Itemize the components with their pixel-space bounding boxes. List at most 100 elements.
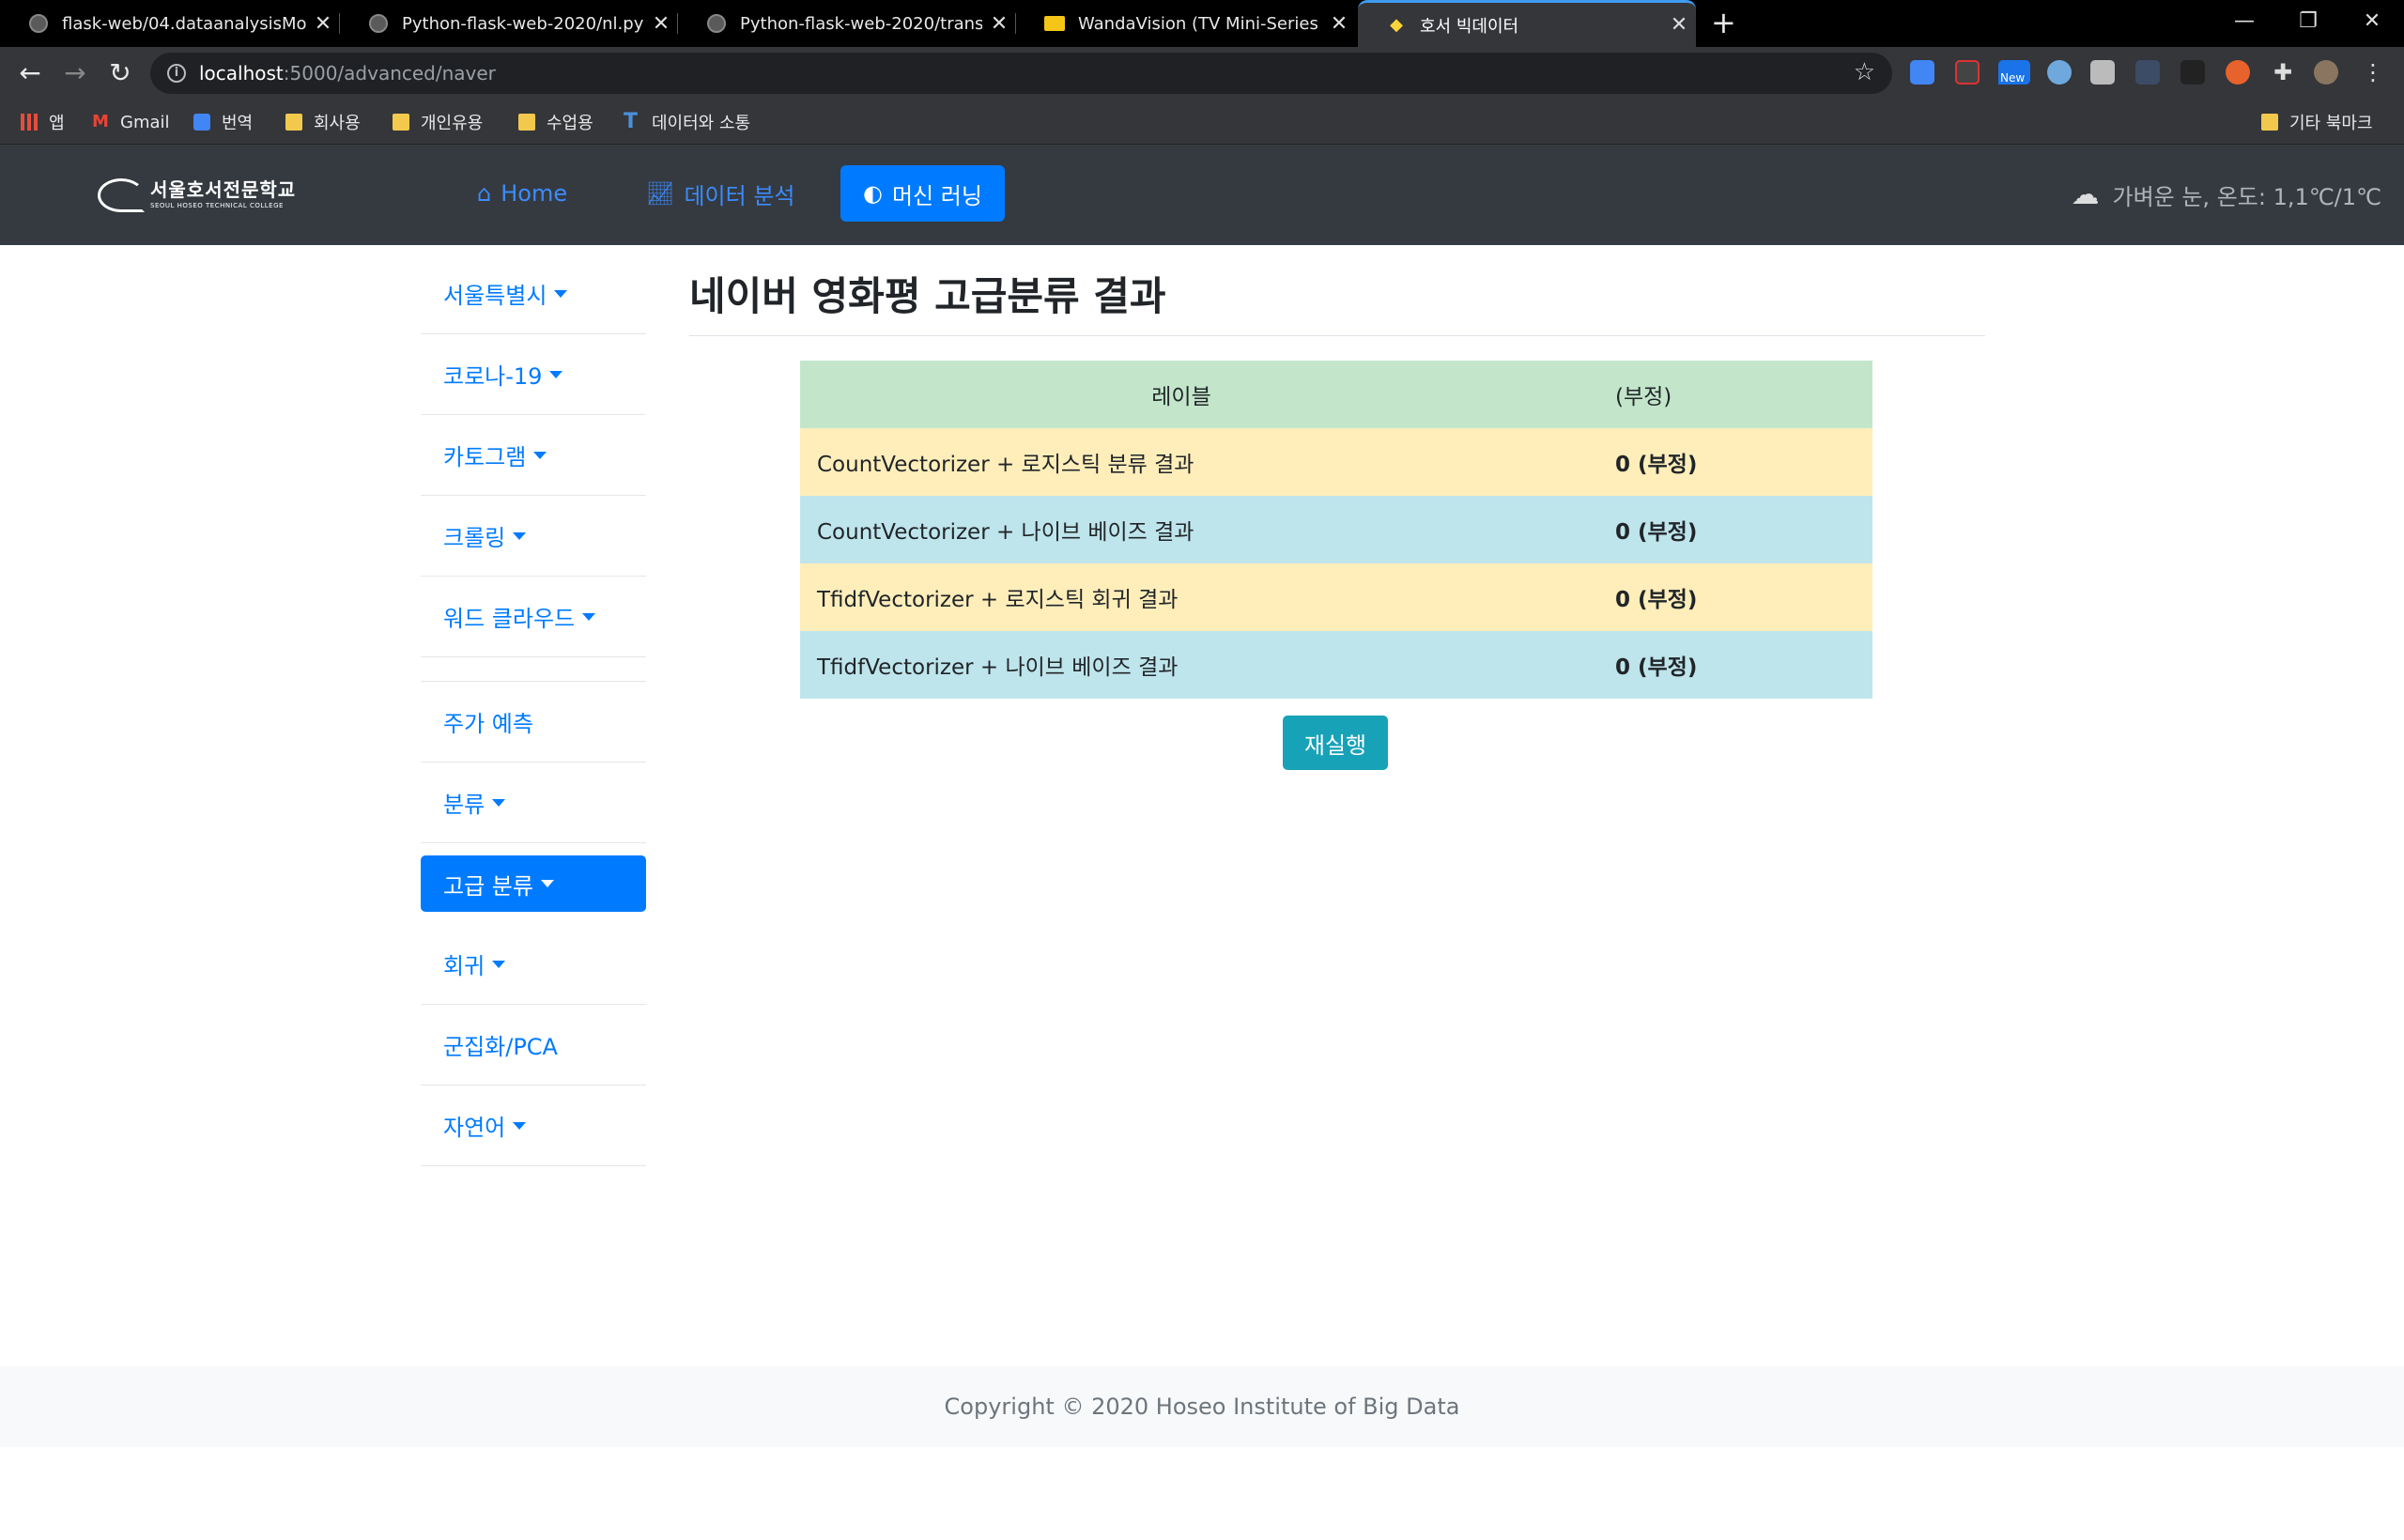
bookmark-label: 데이터와 소통 [652, 114, 751, 133]
more-menu-icon[interactable]: ⋮ [2361, 60, 2385, 85]
new-tab-icon[interactable]: + [1711, 5, 1736, 40]
extension-badge: New [1998, 71, 2027, 85]
table-row: TfidfVectorizer + 로지스틱 회귀 결과 0 (부정) [800, 563, 1872, 631]
folder-icon [285, 114, 302, 131]
github-icon [28, 13, 49, 34]
gmail-icon: M [92, 112, 109, 131]
sidebar-item-regression[interactable]: 회귀 [421, 924, 646, 1005]
close-tab-icon[interactable]: ✕ [1662, 13, 1696, 37]
bookmark-apps[interactable]: 앱 [21, 109, 65, 135]
tab-title: Python-flask-web-2020/translat [740, 13, 982, 34]
translate-icon [193, 114, 210, 131]
caret-down-icon [540, 880, 554, 887]
sidebar-item-label: 카토그램 [443, 444, 527, 470]
profile-avatar[interactable] [2314, 60, 2338, 85]
browser-tab[interactable]: Python-flask-web-2020/nl.py at ✕ [340, 0, 678, 47]
close-tab-icon[interactable]: ✕ [1322, 12, 1356, 36]
new-extension-icon[interactable]: New [1998, 60, 2030, 85]
close-tab-icon[interactable]: ✕ [644, 12, 678, 36]
restore-icon[interactable]: ❐ [2276, 0, 2340, 47]
brain-icon: ◐ [863, 180, 883, 207]
sidebar-item-label: 크롤링 [443, 525, 506, 551]
sidebar-item-clustering-pca[interactable]: 군집화/PCA [421, 1005, 646, 1086]
window-controls: — ❐ ✕ [2212, 0, 2404, 47]
result-value: 0 (부정) [1563, 496, 1872, 563]
puzzle-extensions-icon[interactable]: ✚ [2271, 60, 2295, 85]
caret-down-icon [582, 612, 596, 621]
sidebar-item-label: 분류 [443, 792, 485, 818]
python-icon: ◆ [1390, 15, 1403, 35]
sidebar-item-nlp[interactable]: 자연어 [421, 1086, 646, 1166]
reload-icon[interactable]: ↻ [103, 56, 137, 90]
sidebar-item-crawling[interactable]: 크롤링 [421, 496, 646, 577]
site-navbar: 서울호서전문학교 SEOUL HOSEO TECHNICAL COLLEGE ⌂… [0, 145, 2404, 245]
sidebar-item-wordcloud[interactable]: 워드 클라우드 [421, 577, 646, 657]
sidebar: 서울특별시 코로나-19 카토그램 크롤링 워드 클라우드 주가 예측 분류 고… [421, 254, 646, 1166]
t-letter-icon: T [624, 110, 639, 133]
imdb-icon [1044, 13, 1065, 34]
sidebar-item-seoul[interactable]: 서울특별시 [421, 254, 646, 334]
footer: Copyright © 2020 Hoseo Institute of Big … [0, 1366, 2404, 1447]
browser-tab[interactable]: flask-web/04.dataanalysisModul ✕ [0, 0, 340, 47]
url-path: :5000/advanced/naver [283, 62, 496, 85]
close-window-icon[interactable]: ✕ [2340, 0, 2404, 47]
minimize-icon[interactable]: — [2212, 0, 2276, 47]
bookmark-folder[interactable]: 수업용 [518, 109, 593, 135]
dictionary-extension-icon[interactable] [2135, 60, 2160, 85]
caret-down-icon [549, 370, 563, 378]
weather-text: 가벼운 눈, 온도: 1,1℃/1℃ [2112, 184, 2381, 210]
nav-label: Home [501, 180, 568, 207]
close-tab-icon[interactable]: ✕ [982, 12, 1016, 36]
bookmark-translate[interactable]: 번역 [193, 109, 253, 135]
apps-grid-icon [21, 114, 38, 131]
college-logo[interactable]: 서울호서전문학교 SEOUL HOSEO TECHNICAL COLLEGE [96, 173, 296, 212]
bookmark-folder[interactable]: 개인유용 [393, 109, 483, 135]
site-info-icon[interactable]: i [167, 64, 186, 83]
close-tab-icon[interactable]: ✕ [306, 12, 340, 36]
folder-icon [2261, 114, 2278, 131]
browser-tab-active[interactable]: ◆ 호서 빅데이터 ✕ [1358, 0, 1696, 47]
browser-tab[interactable]: WandaVision (TV Mini-Series 20 ✕ [1016, 0, 1356, 47]
nav-machine-learning[interactable]: ◐ 머신 러닝 [840, 165, 1005, 222]
bookmark-star-icon[interactable]: ☆ [1854, 58, 1875, 86]
nav-data-analysis[interactable]: 📈︎ 데이터 분석 [624, 165, 818, 222]
sidebar-item-cartogram[interactable]: 카토그램 [421, 415, 646, 496]
browser-tab[interactable]: Python-flask-web-2020/translat ✕ [678, 0, 1016, 47]
dark-extension-icon[interactable] [2181, 60, 2205, 85]
forward-icon[interactable]: → [58, 56, 92, 90]
result-method: CountVectorizer + 로지스틱 분류 결과 [800, 428, 1563, 496]
title-divider [689, 335, 1985, 336]
nav-home[interactable]: ⌂ Home [455, 165, 590, 222]
circle-extension-icon[interactable] [2047, 60, 2072, 85]
orange-extension-icon[interactable] [2226, 60, 2250, 85]
sidebar-item-stock-prediction[interactable]: 주가 예측 [421, 682, 646, 762]
home-icon: ⌂ [477, 180, 492, 207]
folder-icon [393, 114, 409, 131]
logo-mark-icon [96, 173, 148, 212]
back-icon[interactable]: ← [13, 56, 47, 90]
tab-title: 호서 빅데이터 [1420, 16, 1519, 37]
bookmark-label: 회사용 [314, 114, 361, 133]
chart-line-icon: 📈︎ [646, 180, 675, 207]
sidebar-item-advanced-classification[interactable]: 고급 분류 [421, 855, 646, 912]
sidebar-divider [421, 657, 646, 682]
sidebar-item-covid[interactable]: 코로나-19 [421, 334, 646, 415]
sidebar-item-label: 서울특별시 [443, 283, 547, 309]
bookmark-folder[interactable]: 회사용 [285, 109, 361, 135]
tab-title: Python-flask-web-2020/nl.py at [402, 13, 644, 34]
printer-extension-icon[interactable] [2090, 60, 2115, 85]
url-host: localhost [199, 62, 284, 85]
rerun-button[interactable]: 재실행 [1283, 716, 1388, 770]
sidebar-item-classification[interactable]: 분류 [421, 762, 646, 843]
caret-down-icon [513, 531, 527, 540]
translate-extension-icon[interactable] [1910, 60, 1934, 85]
bookmark-gmail[interactable]: M Gmail [92, 109, 170, 135]
other-bookmarks[interactable]: 기타 북마크 [2261, 109, 2373, 135]
bookmark-label: 수업용 [547, 114, 593, 133]
caret-down-icon [533, 451, 547, 459]
pen-extension-icon[interactable] [1955, 60, 1980, 85]
snow-cloud-icon: ☁ [2071, 178, 2100, 211]
sidebar-item-label: 군집화/PCA [443, 1034, 558, 1060]
bookmark-data-communication[interactable]: T 데이터와 소통 [624, 109, 750, 135]
address-bar[interactable]: i localhost :5000/advanced/naver ☆ [150, 53, 1892, 94]
